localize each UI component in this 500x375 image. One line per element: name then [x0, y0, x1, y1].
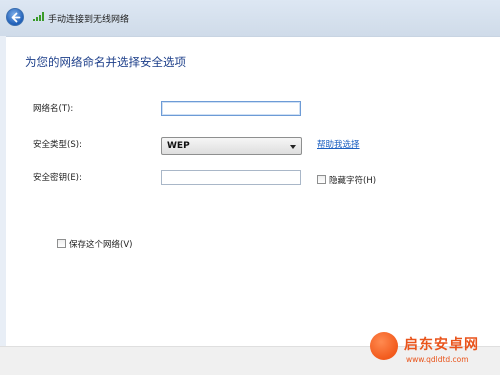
page-heading: 为您的网络命名并选择安全选项 [25, 55, 186, 69]
security-key-input[interactable] [161, 170, 301, 185]
back-button[interactable] [6, 8, 24, 26]
dialog-content [6, 36, 500, 347]
chevron-down-icon [290, 145, 296, 149]
wireless-signal-icon [33, 12, 44, 21]
save-network-label: 保存这个网络(V) [69, 240, 133, 250]
back-arrow-icon [11, 12, 21, 23]
hide-characters-checkbox[interactable] [317, 175, 326, 184]
network-name-label: 网络名(T): [33, 104, 74, 114]
watermark-logo-icon [370, 332, 398, 360]
watermark-title: 启东安卓网 [404, 337, 479, 353]
hide-characters-label: 隐藏字符(H) [329, 176, 377, 186]
watermark-url: www.qdldtd.com [406, 355, 469, 364]
watermark-logo: 启东安卓网 www.qdldtd.com [360, 328, 500, 374]
title-bar: 手动连接到无线网络 [0, 0, 500, 36]
network-name-input[interactable] [161, 101, 301, 116]
security-type-value: WEP [167, 141, 190, 151]
security-key-label: 安全密钥(E): [33, 173, 82, 183]
window-title: 手动连接到无线网络 [48, 15, 130, 25]
security-type-select[interactable]: WEP [161, 137, 302, 155]
help-me-choose-link[interactable]: 帮助我选择 [317, 138, 360, 150]
security-type-label: 安全类型(S): [33, 140, 82, 150]
save-network-checkbox[interactable] [57, 239, 66, 248]
